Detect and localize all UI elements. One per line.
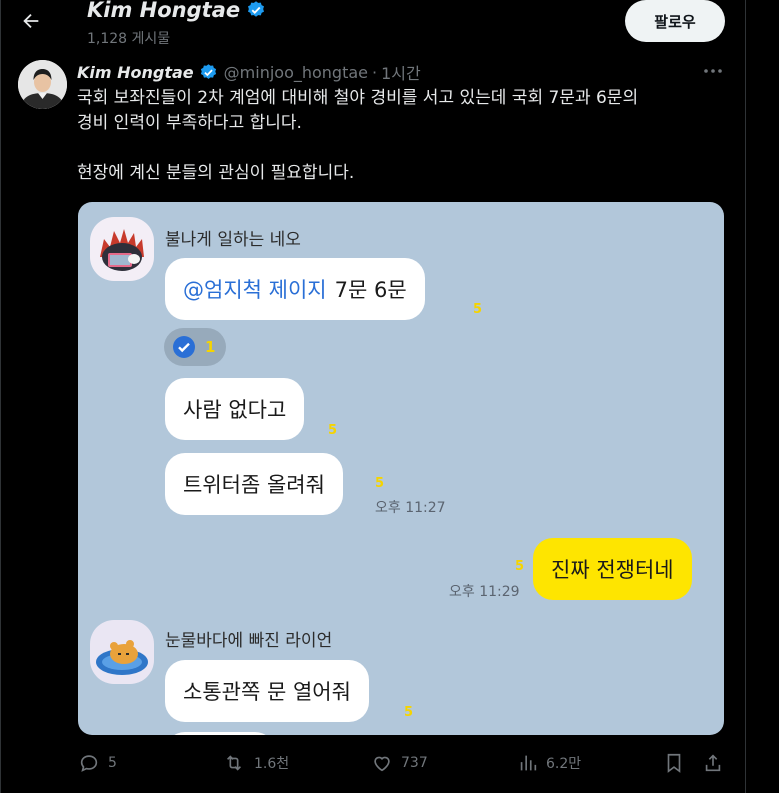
reply-icon <box>80 755 98 772</box>
tweet-time[interactable]: 1시간 <box>381 60 421 84</box>
author-row: Kim Hongtae @minjoo_hongtae · 1시간 <box>77 60 421 84</box>
verified-icon <box>200 63 216 79</box>
chat-bubble-partial <box>165 732 275 735</box>
author-avatar[interactable] <box>18 60 67 109</box>
author-name[interactable]: Kim Hongtae <box>77 63 194 82</box>
chat-timestamp: 오후 11:29 <box>449 584 520 600</box>
like-icon <box>374 756 390 772</box>
tweet-text-line: 경비 인력이 부족하다고 합니다. <box>77 113 302 133</box>
back-button[interactable] <box>14 4 48 38</box>
column-border-right <box>745 0 746 793</box>
tweet-text-line: 현장에 계신 분들의 관심이 필요합니다. <box>77 163 355 183</box>
chat-bubble-text: 트위터좀 올려줘 <box>183 473 325 497</box>
more-icon <box>704 69 722 73</box>
my-chat-bubble: 진짜 전쟁터네 <box>533 538 692 600</box>
chat-sender-name: 불나게 일하는 네오 <box>165 230 301 250</box>
unread-count: 5 <box>473 302 483 317</box>
share-button[interactable] <box>703 752 723 774</box>
tweet-text: 국회 보좌진들이 2차 계엄에 대비해 철야 경비를 서고 있는데 국회 7문과… <box>77 86 737 186</box>
unread-count: 5 <box>404 705 414 720</box>
repost-icon <box>226 755 242 771</box>
chat-avatar-neo <box>90 217 154 281</box>
repost-button[interactable]: 1.6천 <box>222 752 289 774</box>
bookmark-button[interactable] <box>664 752 684 774</box>
like-button[interactable]: 737 <box>371 752 428 774</box>
check-icon <box>173 336 195 358</box>
post-count: 1,128 게시물 <box>87 31 171 47</box>
chat-bubble: 트위터좀 올려줘 <box>165 453 343 515</box>
reaction-count: 1 <box>205 338 216 356</box>
chat-bubble-text: 소통관쪽 문 열어줘 <box>183 680 351 704</box>
header-title: Kim Hongtae <box>87 0 266 22</box>
reply-count: 5 <box>108 755 117 771</box>
chat-reaction: 1 <box>164 328 226 366</box>
chat-bubble: @엄지척 제이지 7문 6문 <box>165 258 425 320</box>
views-count: 6.2만 <box>546 756 582 772</box>
chat-bubble-text: 7문 6문 <box>334 278 407 302</box>
share-icon <box>705 754 721 772</box>
column-border-left <box>0 0 1 793</box>
tweet-media-image[interactable]: 불나게 일하는 네오 @엄지척 제이지 7문 6문 5 1 사람 없다고 5 트… <box>78 202 724 735</box>
chat-mention: @엄지척 제이지 <box>183 278 327 302</box>
chat-bubble-text: 진짜 전쟁터네 <box>551 558 674 582</box>
views-icon <box>520 755 537 771</box>
views-button[interactable]: 6.2만 <box>518 752 581 774</box>
reply-button[interactable]: 5 <box>78 752 117 774</box>
chat-timestamp: 오후 11:27 <box>375 500 446 516</box>
unread-count: 5 <box>328 423 338 438</box>
like-count: 737 <box>401 755 428 771</box>
chat-avatar-ryan <box>90 620 154 684</box>
verified-badge <box>199 63 218 82</box>
chat-bubble: 소통관쪽 문 열어줘 <box>165 660 369 722</box>
chat-sender-name: 눈물바다에 빠진 라이언 <box>165 631 333 651</box>
follow-button[interactable]: 팔로우 <box>625 0 725 42</box>
chat-bubble: 사람 없다고 <box>165 378 305 440</box>
unread-count: 5 <box>375 476 385 491</box>
header-name-text: Kim Hongtae <box>87 0 241 22</box>
author-handle[interactable]: @minjoo_hongtae <box>224 63 368 82</box>
unread-count: 5 <box>515 559 525 574</box>
chat-bubble-text: 사람 없다고 <box>183 398 287 422</box>
tweet-text-line: 국회 보좌진들이 2차 계엄에 대비해 철야 경비를 서고 있는데 국회 7문과… <box>77 88 639 108</box>
verified-icon <box>248 1 265 17</box>
avatar-image <box>18 60 67 109</box>
repost-count: 1.6천 <box>254 756 290 772</box>
bookmark-icon <box>667 753 681 773</box>
separator-dot: · <box>372 62 378 82</box>
back-arrow-icon <box>23 13 39 29</box>
more-button[interactable] <box>700 58 726 84</box>
